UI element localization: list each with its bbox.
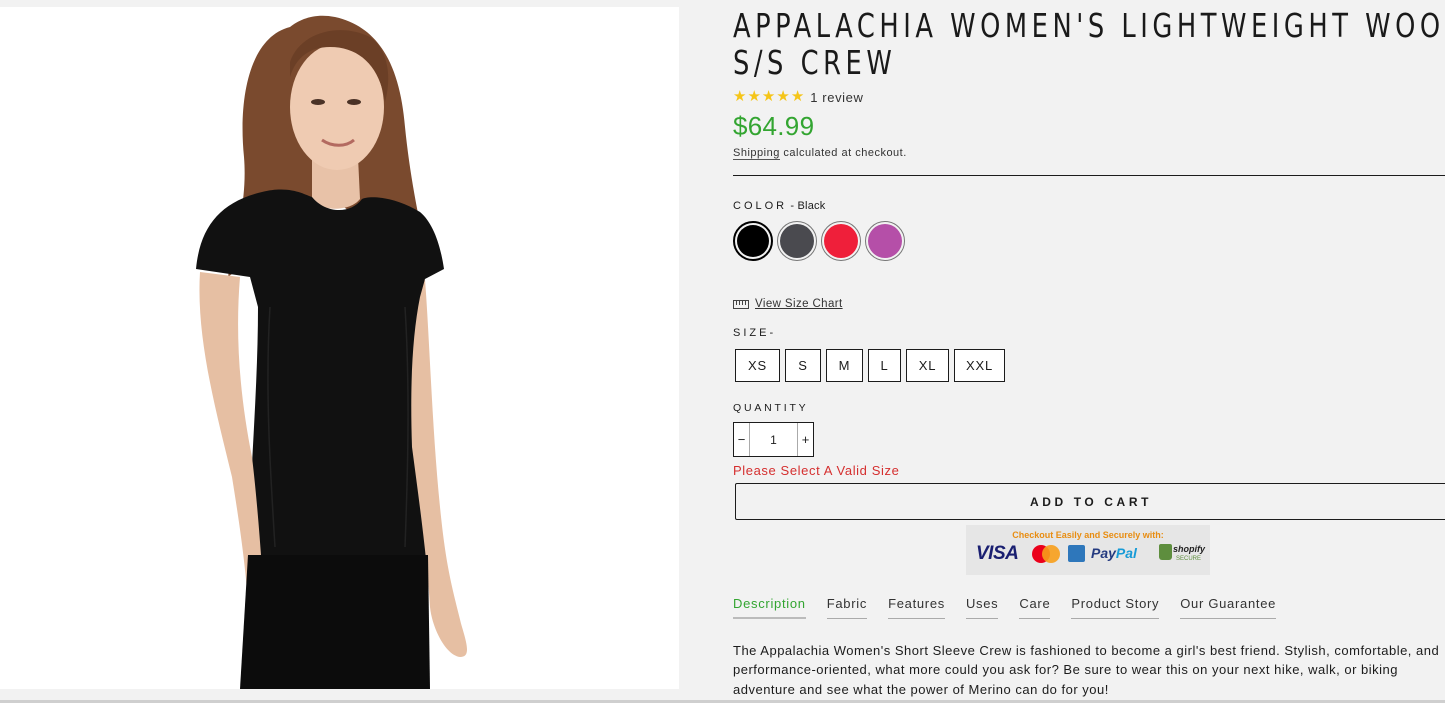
tab-product-story[interactable]: Product Story xyxy=(1071,596,1160,619)
divider xyxy=(733,175,1445,176)
swatch-purple[interactable] xyxy=(865,221,905,261)
swatch-black[interactable] xyxy=(733,221,773,261)
product-title: Appalachia Women's Lightweight Wool S/S … xyxy=(733,6,1445,82)
tab-our-guarantee[interactable]: Our Guarantee xyxy=(1180,596,1277,619)
size-error-message: Please Select A Valid Size xyxy=(733,463,900,478)
visa-logo: VISA xyxy=(976,543,1019,564)
paypal-logo: PayPal xyxy=(1091,545,1137,561)
quantity-increase-button[interactable]: + xyxy=(797,423,813,456)
mastercard-icon xyxy=(1032,545,1060,563)
color-label-text: COLOR xyxy=(733,200,788,212)
star-icon: ★ xyxy=(761,88,776,105)
review-count[interactable]: 1 review xyxy=(810,90,863,105)
add-to-cart-button[interactable]: ADD TO CART xyxy=(735,483,1445,520)
swatch-fill xyxy=(780,224,814,258)
product-image[interactable] xyxy=(0,7,679,689)
shopify-logo: shopify xyxy=(1173,544,1206,554)
tab-description[interactable]: Description xyxy=(733,596,806,619)
size-s[interactable]: S xyxy=(785,349,821,382)
shipping-link[interactable]: Shipping xyxy=(733,147,780,160)
model-photo xyxy=(196,15,467,689)
ruler-icon xyxy=(733,299,749,309)
shopify-secure-text: SECURE xyxy=(1176,556,1202,562)
mastercard-circle-orange xyxy=(1042,545,1060,563)
star-icon: ★ xyxy=(747,88,761,105)
size-xs[interactable]: XS xyxy=(735,349,780,382)
product-price: $64.99 xyxy=(733,111,815,141)
rating[interactable]: ★ ★ ★ ★ ★ 1 review xyxy=(733,89,863,105)
size-options: XS S M L XL XXL xyxy=(735,349,1005,382)
tab-fabric[interactable]: Fabric xyxy=(826,596,868,619)
quantity-stepper: − 1 + xyxy=(733,422,814,457)
shipping-suffix: calculated at checkout. xyxy=(779,147,907,159)
swatch-fill xyxy=(824,224,858,258)
size-chart-link[interactable]: View Size Chart xyxy=(733,298,843,310)
star-icon: ★ xyxy=(776,88,790,105)
size-label: SIZE- xyxy=(733,327,777,339)
size-chart-label: View Size Chart xyxy=(755,298,843,310)
paypal-text-a: Pay xyxy=(1091,545,1116,561)
star-icon: ★ xyxy=(790,88,805,105)
product-tabs: Description Fabric Features Uses Care Pr… xyxy=(733,596,1297,619)
star-icon: ★ xyxy=(733,88,747,105)
swatch-red[interactable] xyxy=(821,221,861,261)
quantity-decrease-button[interactable]: − xyxy=(734,423,750,456)
trust-heading: Checkout Easily and Securely with: xyxy=(1012,530,1164,540)
size-xl[interactable]: XL xyxy=(906,349,949,382)
color-label: COLOR - Black xyxy=(733,200,825,212)
payment-trust-badge: Checkout Easily and Securely with: VISA … xyxy=(966,525,1210,575)
product-description: The Appalachia Women's Short Sleeve Crew… xyxy=(733,643,1440,697)
quantity-input[interactable]: 1 xyxy=(750,433,797,447)
size-xxl[interactable]: XXL xyxy=(954,349,1005,382)
paypal-text-b: Pal xyxy=(1115,545,1137,561)
size-m[interactable]: M xyxy=(826,349,863,382)
quantity-label: QUANTITY xyxy=(733,402,809,414)
swatch-fill xyxy=(868,224,902,258)
amex-icon xyxy=(1068,545,1085,562)
tab-uses[interactable]: Uses xyxy=(965,596,999,619)
size-l[interactable]: L xyxy=(868,349,901,382)
tab-features[interactable]: Features xyxy=(888,596,945,619)
star-rating: ★ ★ ★ ★ ★ xyxy=(733,89,804,105)
tab-care[interactable]: Care xyxy=(1019,596,1051,619)
selected-color: Black xyxy=(797,200,826,212)
color-swatches xyxy=(733,221,905,261)
product-title-line2: S/S Crew xyxy=(733,43,897,82)
color-separator: - xyxy=(787,200,798,212)
shopify-bag-icon xyxy=(1159,544,1172,560)
shipping-note: Shipping calculated at checkout. xyxy=(733,147,907,160)
swatch-fill xyxy=(737,225,769,257)
product-title-line1: Appalachia Women's Lightweight Wool xyxy=(733,6,1445,45)
product-page: Appalachia Women's Lightweight Wool S/S … xyxy=(0,0,1445,703)
swatch-charcoal[interactable] xyxy=(777,221,817,261)
